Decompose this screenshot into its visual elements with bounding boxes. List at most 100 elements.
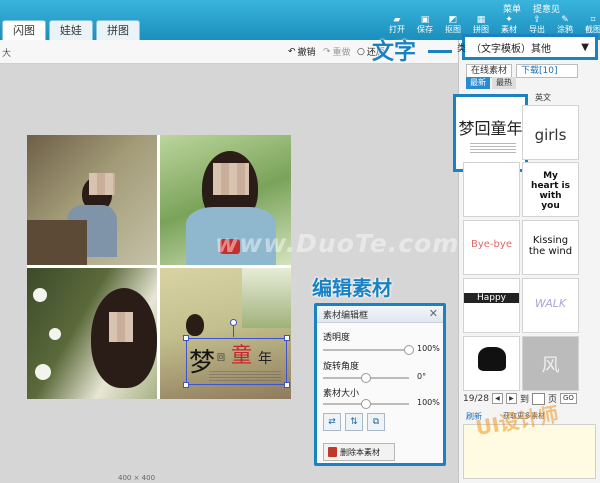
copy-button[interactable]: ⧉ (367, 413, 385, 431)
doodle-icon: ✎ (561, 14, 569, 25)
edit-panel-title: 素材编辑框 (323, 311, 369, 321)
material-tile[interactable]: My heart is with you (522, 162, 579, 217)
category-caption: 类 (457, 44, 467, 54)
save-icon: ▣ (420, 14, 430, 25)
material-tile[interactable] (463, 336, 520, 391)
mode-tabs: 闪图 娃娃 拼图 (2, 20, 140, 40)
pixelated-face (213, 163, 249, 195)
next-page-button[interactable]: ▶ (505, 393, 517, 404)
reset-icon: ○ (357, 46, 365, 57)
bench (27, 220, 87, 265)
material-tile-selected[interactable]: 梦回童年 (453, 94, 528, 172)
material-tile[interactable]: Bye-bye (463, 220, 520, 275)
tab-downloaded[interactable]: 下载[10] (516, 64, 579, 78)
size-slider[interactable] (323, 399, 409, 409)
resize-handle[interactable] (284, 382, 290, 388)
category-value: （文字模板）其他 (471, 43, 551, 55)
sort-newest[interactable]: 最新 (466, 77, 490, 89)
save-button[interactable]: ▣ 保存 (413, 15, 437, 34)
hair (186, 314, 204, 336)
trash-icon (328, 447, 337, 457)
photo-top-left[interactable] (27, 135, 157, 265)
sticker-char: 回 (217, 353, 225, 362)
resize-handle[interactable] (183, 335, 189, 341)
pixelated-face (109, 312, 133, 342)
redo-icon: ↷ (323, 46, 331, 57)
crop-icon: ◩ (448, 14, 458, 25)
callout-edit: 编辑素材 (312, 276, 392, 300)
sticker-char: 童 (231, 343, 252, 367)
collage-icon: ▦ (476, 14, 486, 25)
app-window: 闪图 娃娃 拼图 菜单 提意见 ▰ 打开 ▣ 保存 ◩ 抠图 ▦ 拼图 ✦ 素材 ⇪ 导出 … (0, 0, 600, 483)
doodle-button[interactable]: ✎ 涂鸦 (553, 15, 577, 34)
material-icon: ✦ (505, 14, 513, 25)
slider-thumb[interactable] (404, 345, 414, 355)
flower (35, 364, 51, 380)
material-tile[interactable]: WALK (522, 278, 579, 333)
page-info: 19/28 (463, 393, 489, 404)
material-tile[interactable]: 风 (522, 336, 579, 391)
material-tile[interactable]: Kissing the wind (522, 220, 579, 275)
watermark: www.DuoTe.com (215, 229, 460, 258)
english-label: 英文 (535, 93, 551, 102)
opacity-label: 透明度 (323, 333, 351, 343)
close-icon[interactable]: ✕ (429, 307, 438, 320)
tab-online[interactable]: 在线素材 (466, 64, 513, 78)
tab-collage[interactable]: 拼图 (96, 20, 140, 40)
open-folder-icon: ▰ (393, 14, 401, 25)
size-label: 素材大小 (323, 389, 360, 399)
opacity-value: 100% (417, 344, 440, 353)
slider-thumb[interactable] (361, 399, 371, 409)
rotate-slider[interactable] (323, 373, 409, 383)
rotate-handle[interactable] (230, 319, 237, 326)
flip-horizontal-icon: ⇄ (328, 417, 336, 427)
sort-hottest[interactable]: 最热 (492, 77, 516, 89)
menu-link[interactable]: 菜单 (503, 2, 521, 15)
material-tile[interactable]: girls (522, 105, 579, 160)
collage-button[interactable]: ▦ 拼图 (469, 15, 493, 34)
photo-bottom-left[interactable] (27, 268, 157, 399)
slider-thumb[interactable] (361, 373, 371, 383)
toolbar: ▰打开 ▣保存 ◩抠图 ▦拼图 ✦素材 ⇪导出 ✎涂鸦 ⌗截图 ◉预览 (385, 15, 600, 34)
zoom-label: 大 (2, 49, 12, 59)
resize-handle[interactable] (183, 382, 189, 388)
edit-panel-titlebar: 素材编辑框 ✕ (317, 306, 443, 323)
category-dropdown[interactable]: 类 （文字模板）其他 ▼ (457, 34, 598, 60)
resize-handle[interactable] (284, 335, 290, 341)
window-light (242, 268, 291, 328)
copy-icon: ⧉ (372, 417, 380, 427)
export-icon: ⇪ (533, 14, 541, 25)
material-tile[interactable]: Happy (463, 278, 520, 333)
flower (49, 328, 61, 340)
flower (33, 288, 47, 302)
go-button[interactable]: GO (559, 393, 577, 404)
callout-line (428, 50, 452, 53)
pagination: 19/28 ◀ ▶ 到 页 GO (463, 392, 577, 405)
flip-horizontal-button[interactable]: ⇄ (323, 413, 341, 431)
material-button[interactable]: ✦ 素材 (497, 15, 521, 34)
undo-button[interactable]: ↶ 撤销 (288, 45, 316, 59)
tab-flash[interactable]: 闪图 (2, 20, 46, 40)
rotate-value: 0° (417, 372, 427, 381)
top-menu: 菜单 提意见 (503, 2, 560, 15)
redo-button[interactable]: ↷ 重做 (323, 45, 351, 59)
material-edit-panel: 素材编辑框 ✕ 透明度 100% 旋转角度 0° 素材大小 100% ⇄ ⇅ ⧉… (314, 303, 446, 466)
open-button[interactable]: ▰ 打开 (385, 15, 409, 34)
cutout-button[interactable]: ◩ 抠图 (441, 15, 465, 34)
delete-material-button[interactable]: 删除本素材 (323, 443, 395, 461)
opacity-slider[interactable] (323, 345, 414, 355)
material-tile[interactable] (463, 162, 520, 217)
tab-doll[interactable]: 娃娃 (49, 20, 93, 40)
flip-vertical-icon: ⇅ (350, 417, 358, 427)
prev-page-button[interactable]: ◀ (491, 393, 503, 404)
flip-vertical-button[interactable]: ⇅ (345, 413, 363, 431)
screenshot-icon: ⌗ (590, 14, 596, 25)
feedback-link[interactable]: 提意见 (533, 2, 560, 15)
selected-sticker[interactable]: 梦 回 童 年 (183, 319, 290, 388)
pixelated-face (89, 173, 115, 195)
canvas-dimensions: 400 × 400 (118, 474, 156, 482)
export-button[interactable]: ⇪ 导出 (525, 15, 549, 34)
screenshot-button[interactable]: ⌗ 截图 (581, 15, 600, 34)
rotate-label: 旋转角度 (323, 362, 360, 372)
undo-icon: ↶ (288, 46, 296, 57)
